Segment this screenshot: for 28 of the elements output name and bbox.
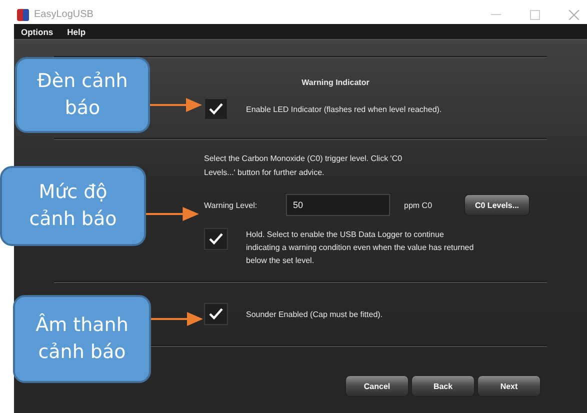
warning-level-field[interactable]: 50 [286, 194, 390, 216]
checkbox[interactable] [204, 98, 228, 120]
checkmark-icon [209, 103, 223, 115]
checkbox-label: Sounder Enabled (Cap must be fitted). [246, 310, 383, 318]
checkbox[interactable] [204, 303, 228, 325]
window-title: EasyLogUSB [34, 9, 94, 20]
description-text: Select the Carbon Monoxide (C0) trigger level. Click 'C0 Levels...' button for further advice. [204, 153, 404, 179]
checkbox-label: Enable LED Indicator (flashes red when level reached). [246, 104, 442, 114]
menu-item[interactable]: Help [67, 26, 86, 36]
menu-item[interactable]: Options [21, 26, 54, 36]
callout-box: Mức độ cảnh báo [0, 166, 146, 246]
nav-button[interactable]: Cancel [345, 375, 409, 397]
checkmark-icon [209, 308, 223, 320]
arrow-icon [151, 312, 203, 326]
arrow-icon [150, 98, 202, 112]
unit-label: ppm C0 [404, 200, 434, 210]
callout-box: Âm thanh cảnh báo [13, 295, 151, 383]
checkbox-label: Hold. Select to enable the USB Data Logger to continue indicating a warning condition even when the value has returned below the set level. [246, 229, 475, 267]
co-levels-button[interactable]: C0 Levels... [464, 194, 530, 216]
arrow-icon [146, 207, 199, 221]
callout-box: Đèn cảnh báo [15, 57, 150, 133]
nav-button[interactable]: Back [411, 375, 475, 397]
checkmark-icon [209, 233, 223, 245]
app-icon [17, 8, 29, 20]
field-label: Warning Level: [204, 200, 258, 210]
nav-button[interactable]: Next [477, 375, 541, 397]
checkbox[interactable] [204, 228, 228, 250]
section-title: Warning Indicator [302, 78, 370, 87]
